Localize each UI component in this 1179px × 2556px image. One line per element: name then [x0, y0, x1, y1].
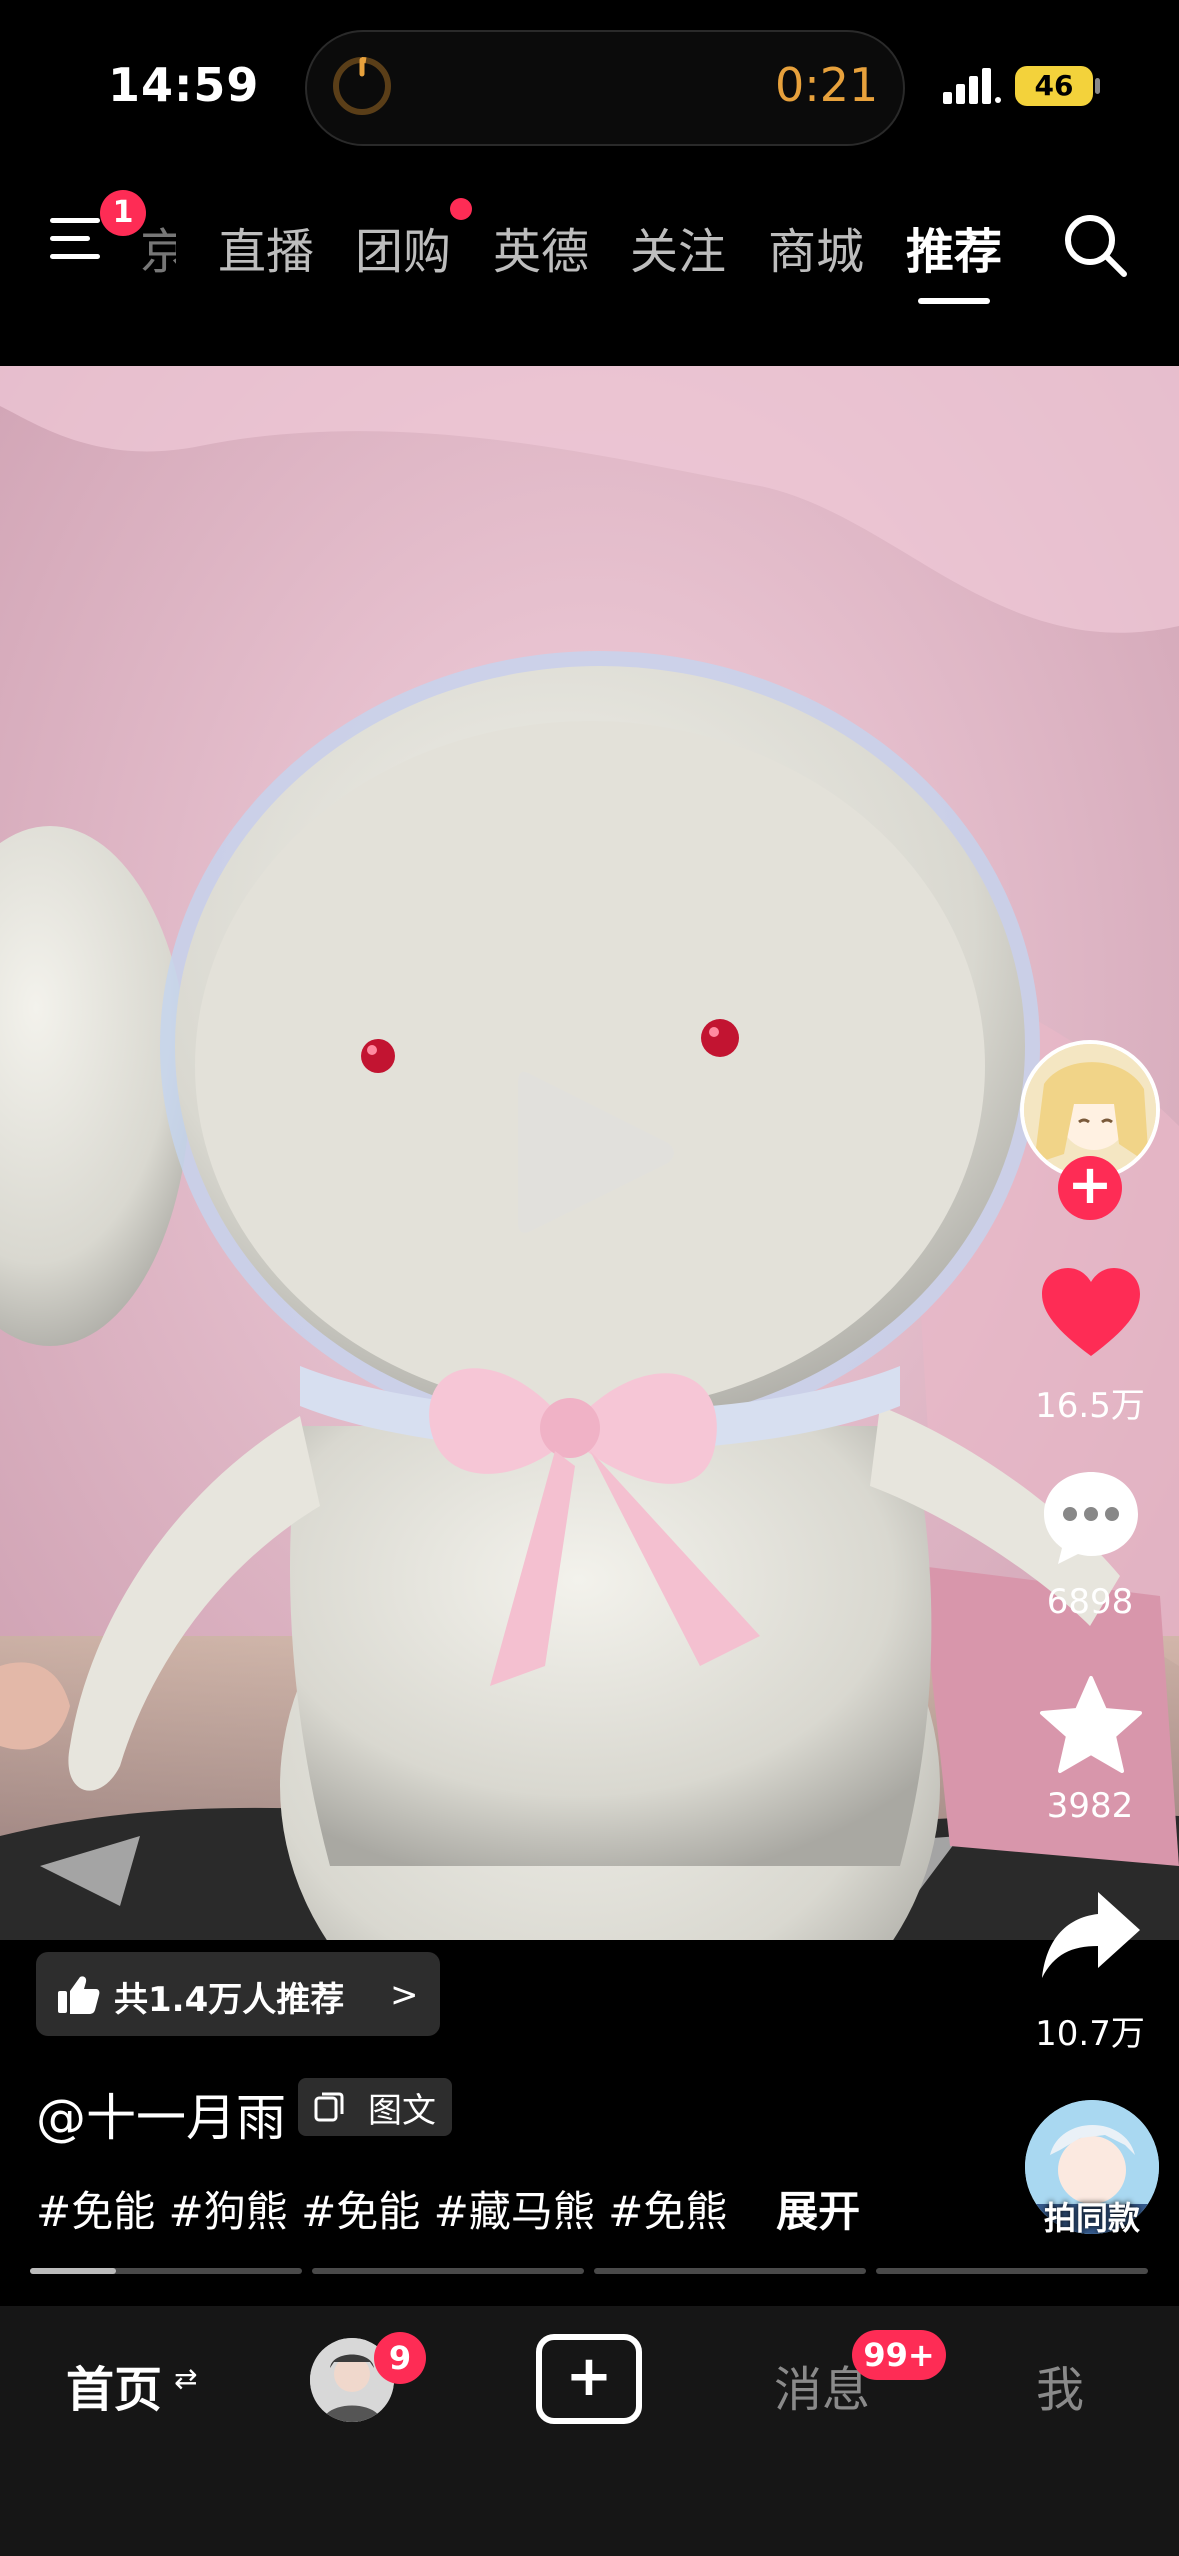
- timer-icon: [333, 56, 391, 115]
- battery-icon: 46: [1015, 66, 1093, 106]
- progress-segment: [312, 2268, 584, 2274]
- tab-partial[interactable]: 京: [140, 212, 176, 282]
- like-heart-icon[interactable]: [1036, 1260, 1146, 1370]
- expand-button[interactable]: 展开: [776, 2187, 860, 2236]
- favorite-star-icon[interactable]: [1036, 1670, 1146, 1780]
- status-time: 14:59: [108, 58, 260, 112]
- image-post-label: 图文: [368, 2091, 436, 2131]
- share-count: 10.7万: [1035, 2014, 1145, 2054]
- nav-home[interactable]: 首页: [66, 2350, 162, 2420]
- follow-button[interactable]: +: [1058, 1156, 1122, 1220]
- same-style-label[interactable]: 拍同款: [1025, 2193, 1159, 2239]
- search-icon[interactable]: [1060, 210, 1130, 280]
- comment-count: 6898: [1046, 1582, 1134, 1622]
- timer-text: 0:21: [775, 58, 879, 112]
- cellular-signal-icon: [943, 68, 1001, 104]
- favorite-count: 3982: [1046, 1786, 1134, 1826]
- tab-local[interactable]: 英德: [493, 212, 589, 282]
- image-stack-icon: [314, 2092, 344, 2122]
- battery-tip: [1095, 78, 1100, 94]
- tab-recommend[interactable]: 推荐: [906, 212, 1002, 282]
- friends-badge: 9: [374, 2332, 426, 2384]
- create-post-button[interactable]: +: [536, 2334, 642, 2424]
- chevron-right-icon: >: [390, 1975, 419, 2015]
- switch-arrows-icon: ⇄: [174, 2362, 198, 2395]
- progress-fill: [30, 2268, 116, 2274]
- thumbs-up-icon: [58, 1976, 100, 2014]
- play-icon[interactable]: [508, 1058, 678, 1248]
- tab-live[interactable]: 直播: [218, 212, 314, 282]
- active-tab-indicator: [918, 298, 990, 304]
- progress-segment: [594, 2268, 866, 2274]
- recommend-text: 共1.4万人推荐: [114, 1980, 345, 2020]
- share-icon[interactable]: [1036, 1880, 1146, 1990]
- tab-group-buy-dot: [450, 198, 472, 220]
- hashtags[interactable]: #免能 #狗熊 #免能 #藏马熊 #免熊 展开: [36, 2178, 860, 2239]
- like-count: 16.5万: [1035, 1386, 1145, 1426]
- tab-mall[interactable]: 商城: [768, 212, 864, 282]
- comment-icon[interactable]: [1036, 1462, 1146, 1572]
- messages-badge: 99+: [852, 2330, 946, 2380]
- author-name[interactable]: @十一月雨: [36, 2078, 286, 2150]
- tab-following[interactable]: 关注: [630, 212, 726, 282]
- tab-group-buy[interactable]: 团购: [355, 212, 451, 282]
- nav-me[interactable]: 我: [1036, 2350, 1084, 2420]
- hashtag-list[interactable]: #免能 #狗熊 #免能 #藏马熊 #免熊: [36, 2187, 727, 2236]
- progress-segment: [876, 2268, 1148, 2274]
- menu-icon[interactable]: [50, 214, 108, 264]
